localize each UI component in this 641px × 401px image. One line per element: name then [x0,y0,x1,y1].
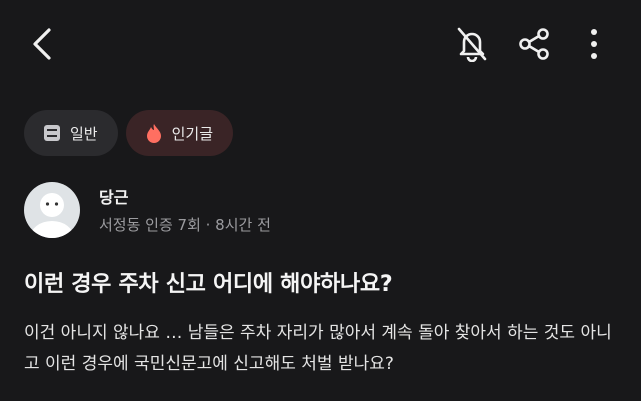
category-chips: 일반 인기글 [24,110,234,156]
back-button[interactable] [22,22,62,66]
chip-popular-label: 인기글 [171,124,214,143]
fire-icon [144,123,164,143]
mute-notifications-button[interactable] [452,22,492,66]
top-toolbar [0,0,641,88]
chevron-left-icon [33,28,51,60]
share-icon [519,28,549,60]
document-icon [42,123,62,143]
chip-general[interactable]: 일반 [24,110,118,156]
more-options-button[interactable] [576,22,612,66]
post-title: 이런 경우 주차 신고 어디에 해야하나요? [24,272,393,297]
default-profile-icon [30,193,74,238]
author-info: 당근 서정동 인증 7회 · 8시간 전 [24,182,624,238]
chip-popular[interactable]: 인기글 [125,110,234,156]
avatar[interactable] [24,182,80,238]
author-name[interactable]: 당근 [99,184,128,208]
more-vertical-icon [591,29,597,59]
author-meta: 서정동 인증 7회 · 8시간 전 [99,216,271,234]
share-button[interactable] [512,22,556,66]
bell-off-icon [457,27,487,62]
chip-general-label: 일반 [70,124,98,143]
post-body: 이건 아니지 않나요 … 남들은 주차 자리가 많아서 계속 돌아 찾아서 하는… [24,323,612,374]
